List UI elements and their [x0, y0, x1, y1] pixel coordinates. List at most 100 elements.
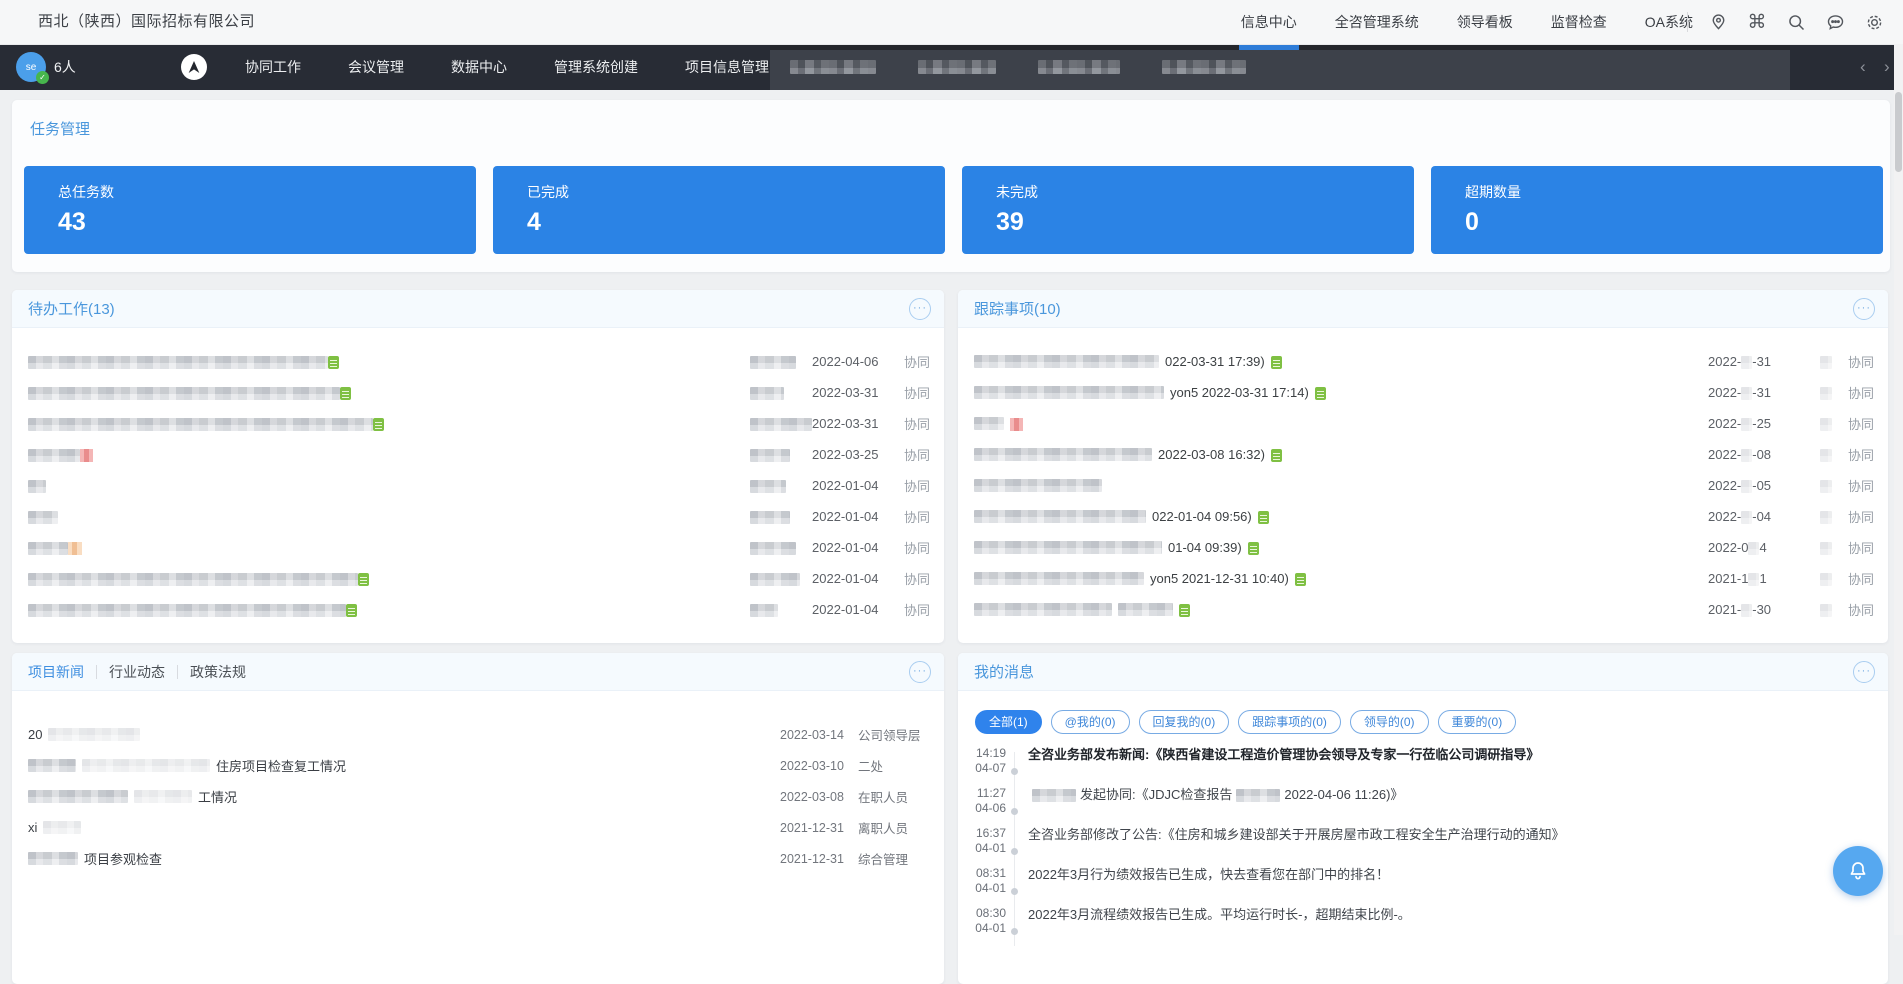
row-meta: 2022-03-31协同	[750, 383, 930, 402]
tracking-row[interactable]: 2022--05 协同	[958, 470, 1888, 501]
todo-row[interactable]: 2022-01-04协同	[12, 470, 944, 501]
todo-row[interactable]: 2022-01-04协同	[12, 501, 944, 532]
news-row[interactable]: 工情况2022-03-08在职人员	[12, 781, 944, 812]
top-menu-item-3[interactable]: 领导看板	[1457, 0, 1513, 44]
todo-row[interactable]: 2022-04-06协同	[12, 346, 944, 377]
news-tab-3[interactable]: 政策法规	[190, 662, 246, 682]
todo-row[interactable]: 2022-01-04协同	[12, 563, 944, 594]
row-text: xi	[28, 820, 37, 835]
doc-green-icon	[1271, 356, 1282, 369]
tracking-row[interactable]: yon5 2022-03-31 17:14) 2022--31协同	[958, 377, 1888, 408]
task-card-2[interactable]: 已完成4	[493, 166, 945, 254]
search-icon[interactable]	[1785, 11, 1807, 33]
news-tab-2[interactable]: 行业动态	[109, 662, 165, 682]
row-redacted-title	[28, 354, 339, 369]
row-meta: 2022--08协同	[1708, 445, 1874, 464]
message-item[interactable]: 14:1904-07全咨业务部发布新闻:《陕西省建设工程造价管理协会领导及专家一…	[958, 746, 1878, 786]
message-filter-6[interactable]: 重要的(0)	[1438, 710, 1517, 734]
news-more-icon[interactable]: ···	[909, 661, 931, 683]
todo-row[interactable]: 2022-01-04协同	[12, 532, 944, 563]
tracking-more-icon[interactable]: ···	[1853, 298, 1875, 320]
news-row[interactable]: 住房项目检查复工情况2022-03-10二处	[12, 750, 944, 781]
message-item[interactable]: 11:2704-06发起协同:《JDJC检查报告2022-04-06 11:26…	[958, 786, 1878, 826]
task-card-label: 已完成	[527, 182, 945, 202]
row-meta: 2021--30协同	[1708, 600, 1874, 619]
top-menu-item-2[interactable]: 全咨管理系统	[1335, 0, 1419, 44]
todo-row[interactable]: 2022-03-31协同	[12, 408, 944, 439]
avatar[interactable]: se ✓	[16, 52, 46, 82]
tracking-row[interactable]: 022-03-31 17:39)2022--31协同	[958, 346, 1888, 377]
message-filter-1[interactable]: 全部(1)	[975, 710, 1042, 734]
nav-item-redacted-4[interactable]	[1162, 60, 1246, 74]
tracking-row[interactable]: 2022--25协同	[958, 408, 1888, 439]
task-card-value: 39	[996, 208, 1414, 237]
row-meta: 2022-03-25协同	[750, 445, 930, 464]
doc-green-icon	[1271, 449, 1282, 462]
tracking-row[interactable]: yon5 2021-12-31 10:40)2021-11协同	[958, 563, 1888, 594]
due-date: 2022-03-31	[812, 385, 896, 400]
redacted-text	[750, 604, 778, 617]
message-item[interactable]: 08:3104-012022年3月行为绩效报告已生成，快去查看您在部门中的排名！	[958, 866, 1878, 906]
settings-icon[interactable]	[1863, 11, 1885, 33]
redacted-text	[1820, 418, 1832, 431]
todo-row[interactable]: 2022-03-25协同	[12, 439, 944, 470]
message-filter-5[interactable]: 领导的(0)	[1350, 710, 1429, 734]
row-text: yon5 2022-03-31 17:14)	[1170, 385, 1309, 400]
todo-more-icon[interactable]: ···	[909, 298, 931, 320]
todo-row[interactable]: 2022-01-04协同	[12, 594, 944, 625]
apps-icon[interactable]: ⌘	[1746, 11, 1768, 33]
tracking-row[interactable]: 2022-03-08 16:32)2022--08协同	[958, 439, 1888, 470]
task-card-4[interactable]: 超期数量0	[1431, 166, 1883, 254]
source-tag: 协同	[1840, 507, 1874, 526]
tracking-row[interactable]: 022-01-04 09:56)2022--04协同	[958, 501, 1888, 532]
row-icon	[1295, 571, 1306, 586]
page-scrollbar[interactable]	[1894, 44, 1903, 935]
location-icon[interactable]	[1707, 11, 1729, 33]
todo-row[interactable]: 2022-03-31协同	[12, 377, 944, 408]
message-icon[interactable]	[1824, 11, 1846, 33]
news-row[interactable]: 202022-03-14公司领导层	[12, 719, 944, 750]
nav-item-5[interactable]: 项目信息管理	[685, 57, 769, 77]
task-card-3[interactable]: 未完成39	[962, 166, 1414, 254]
scrollbar-thumb[interactable]	[1895, 92, 1902, 172]
track-date: 2022--05	[1708, 478, 1782, 493]
redacted-text	[28, 852, 78, 865]
messages-more-icon[interactable]: ···	[1853, 661, 1875, 683]
row-text: 项目参观检查	[84, 849, 162, 868]
top-icon-group: ⌘	[1687, 0, 1885, 44]
message-filter-4[interactable]: 跟踪事项的(0)	[1238, 710, 1341, 734]
row-redacted-title	[28, 602, 357, 617]
message-filter-2[interactable]: @我的(0)	[1051, 710, 1130, 734]
nav-item-redacted-3[interactable]	[1038, 60, 1120, 74]
news-tab-1[interactable]: 项目新闻	[28, 662, 84, 682]
message-item[interactable]: 16:3704-01全咨业务部修改了公告:《住房和城乡建设部关于开展房屋市政工程…	[958, 826, 1878, 866]
nav-item-1[interactable]: 协同工作	[245, 57, 301, 77]
notification-bell-button[interactable]	[1833, 846, 1883, 896]
nav-item-redacted-1[interactable]	[790, 60, 876, 74]
row-meta: 2022--31协同	[1708, 383, 1874, 402]
source-tag: 协同	[1840, 476, 1874, 495]
tracking-row[interactable]: 01-04 09:39)2022-04协同	[958, 532, 1888, 563]
tab-divider	[96, 665, 97, 679]
tracking-row[interactable]: 2021--30协同	[958, 594, 1888, 625]
nav-item-2[interactable]: 会议管理	[348, 57, 404, 77]
top-menu-item-1[interactable]: 信息中心	[1241, 0, 1297, 44]
message-filter-3[interactable]: 回复我的(0)	[1139, 710, 1230, 734]
nav-item-4[interactable]: 管理系统创建	[554, 57, 638, 77]
top-menu-item-5[interactable]: OA系统	[1645, 0, 1693, 44]
task-card-1[interactable]: 总任务数43	[24, 166, 476, 254]
news-row[interactable]: xi2021-12-31离职人员	[12, 812, 944, 843]
track-spacer	[1782, 602, 1840, 617]
nav-prev-icon[interactable]: ‹	[1860, 44, 1866, 90]
message-time: 08:3004-01	[958, 906, 1006, 946]
assignee-redacted	[750, 509, 812, 524]
news-row[interactable]: 项目参观检查2021-12-31综合管理	[12, 843, 944, 874]
workspace-logo-icon[interactable]	[181, 54, 207, 80]
redacted-text	[1741, 449, 1752, 462]
nav-next-icon[interactable]: ›	[1884, 44, 1890, 90]
top-menu-item-4[interactable]: 监督检查	[1551, 0, 1607, 44]
message-item[interactable]: 08:3004-012022年3月流程绩效报告已生成。平均运行时长-，超期结束比…	[958, 906, 1878, 946]
nav-item-3[interactable]: 数据中心	[451, 57, 507, 77]
nav-item-redacted-2[interactable]	[918, 60, 996, 74]
bell-icon	[1846, 859, 1870, 883]
